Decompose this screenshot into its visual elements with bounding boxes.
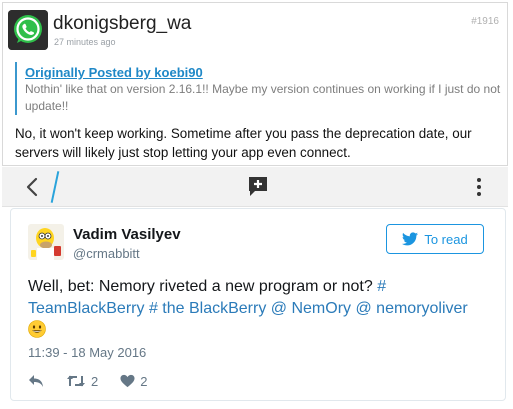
quote-author-link[interactable]: Originally Posted by koebi90 [25,65,501,80]
twitter-bird-icon [402,232,419,246]
reply-button[interactable] [28,374,44,388]
post-toolbar [2,167,508,207]
toolbar-divider [50,171,60,203]
heart-icon [120,374,135,388]
chevron-left-icon[interactable] [22,175,44,199]
tweet-author-name[interactable]: Vadim Vasilyev [73,226,181,243]
embedded-tweet: Vadim Vasilyev @crmabbitt To read Well, … [10,208,506,401]
add-comment-icon[interactable] [247,175,269,197]
post-number[interactable]: #1916 [471,16,499,27]
retweet-button[interactable]: 2 [66,374,98,389]
retweet-icon [67,375,85,387]
reply-icon [29,375,43,387]
tweet-actions: 2 2 [28,371,147,391]
whatsapp-icon[interactable] [8,10,48,50]
tweet-avatar[interactable] [28,224,64,260]
post-timestamp: 27 minutes ago [54,37,116,47]
like-button[interactable]: 2 [120,374,147,389]
hashtag-link[interactable]: # the BlackBerry [149,300,266,317]
tweet-text: Well, bet: Nemory riveted a new program … [28,276,493,342]
more-vertical-icon[interactable] [474,176,484,198]
quote-block: Originally Posted by koebi90 Nothin' lik… [15,62,501,115]
mention-link[interactable]: @ nemoryoliver [355,300,467,317]
follow-button-label: To read [424,231,468,247]
tweet-text-plain: Well, bet: Nemory riveted a new program … [28,278,378,295]
forum-post: dkonigsberg_wa 27 minutes ago #1916 Orig… [2,2,508,166]
grinning-face-emoji [28,320,46,338]
quote-text: Nothin' like that on version 2.16.1!! Ma… [25,82,501,113]
tweet-timestamp[interactable]: 11:39 - 18 May 2016 [28,345,146,360]
post-body: No, it won't keep working. Sometime afte… [15,126,472,160]
retweet-count: 2 [91,373,99,389]
like-count: 2 [140,373,148,389]
post-username[interactable]: dkonigsberg_wa [53,13,191,35]
follow-button[interactable]: To read [386,224,484,254]
tweet-author-handle[interactable]: @crmabbitt [73,246,140,261]
mention-link[interactable]: @ NemOry [271,300,351,317]
